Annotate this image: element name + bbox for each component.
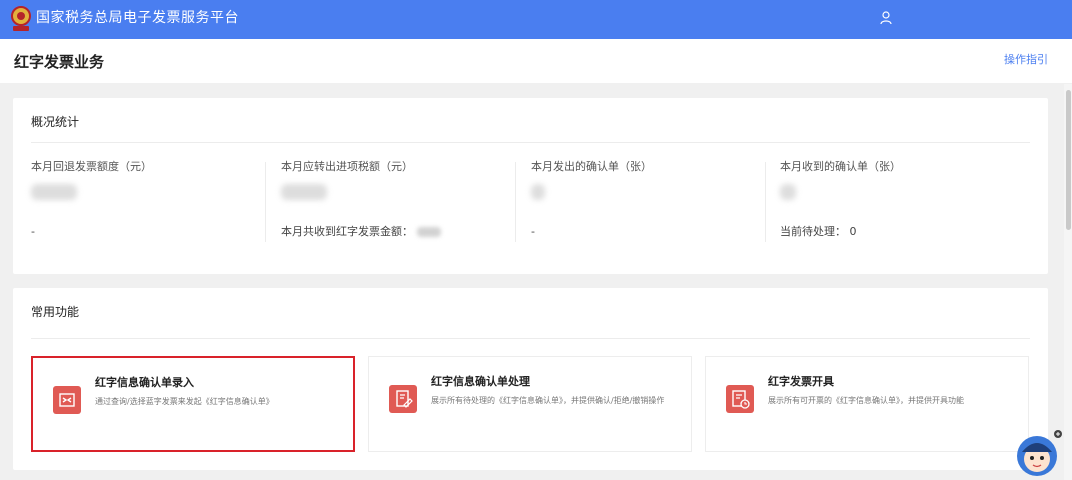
stat-label: 本月收到的确认单（张） (780, 160, 901, 173)
app-title: 国家税务总局电子发票服务平台 (36, 10, 239, 26)
tax-emblem-icon (11, 6, 31, 31)
top-bar: 国家税务总局电子发票服务平台 (0, 0, 1072, 39)
page-header (0, 39, 1072, 83)
stat-rollback-amount: 本月回退发票额度（元） - (31, 160, 281, 250)
tile-confirmation-processing[interactable]: 红字信息确认单处理 展示所有待处理的《红字信息确认单》，并提供确认/拒绝/撤销操… (368, 356, 692, 452)
functions-card-title: 常用功能 (31, 305, 80, 319)
stat-sub: - (31, 225, 35, 238)
user-icon[interactable] (880, 11, 892, 25)
tile-name: 红字信息确认单处理 (431, 375, 530, 388)
stat-sub-masked (417, 227, 441, 237)
tile-desc: 展示所有可开票的《红字信息确认单》，并提供开具功能 (768, 396, 964, 405)
stat-sub: 本月共收到红字发票金额： (281, 225, 441, 239)
transfer-icon (53, 386, 81, 414)
stat-sent-confirmations: 本月发出的确认单（张） - (531, 160, 781, 250)
tile-name: 红字信息确认单录入 (95, 376, 194, 389)
page-title: 红字发票业务 (14, 53, 105, 71)
stats-divider (31, 142, 1030, 143)
stat-value-masked (31, 184, 77, 200)
stat-input-tax-transfer: 本月应转出进项税额（元） 本月共收到红字发票金额： (281, 160, 531, 250)
stat-label: 本月应转出进项税额（元） (281, 160, 413, 173)
invoice-clock-icon (726, 385, 754, 413)
stat-label: 本月发出的确认单（张） (531, 160, 652, 173)
tile-desc: 展示所有待处理的《红字信息确认单》，并提供确认/拒绝/撤销操作 (431, 396, 665, 405)
stat-sub-text: 本月共收到红字发票金额： (281, 225, 413, 238)
stat-value-masked (281, 184, 327, 200)
stat-sub: 当前待处理： 0 (780, 225, 857, 238)
stat-sub: - (531, 225, 535, 238)
stat-separator (265, 162, 266, 242)
tile-confirmation-entry[interactable]: 红字信息确认单录入 通过查询/选择蓝字发票来发起《红字信息确认单》 (31, 356, 355, 452)
stats-card-title: 概况统计 (31, 115, 80, 129)
scrollbar-thumb[interactable] (1066, 90, 1071, 230)
tile-red-invoice-issue[interactable]: 红字发票开具 展示所有可开票的《红字信息确认单》，并提供开具功能 (705, 356, 1029, 452)
stats-card: 概况统计 本月回退发票额度（元） - 本月应转出进项税额（元） 本月共收到红字发… (13, 98, 1048, 274)
stat-value-masked (531, 184, 545, 200)
guide-link[interactable]: 操作指引 (1004, 53, 1048, 67)
stat-label: 本月回退发票额度（元） (31, 160, 152, 173)
tile-name: 红字发票开具 (768, 375, 834, 388)
stat-received-confirmations: 本月收到的确认单（张） 当前待处理： 0 (780, 160, 1030, 250)
document-edit-icon (389, 385, 417, 413)
functions-divider (31, 338, 1030, 339)
tile-desc: 通过查询/选择蓝字发票来发起《红字信息确认单》 (95, 397, 274, 406)
stat-separator (515, 162, 516, 242)
functions-card: 常用功能 红字信息确认单录入 通过查询/选择蓝字发票来发起《红字信息确认单》 红… (13, 288, 1048, 470)
assistant-mascot-icon[interactable] (1012, 428, 1062, 478)
stat-value-masked (780, 184, 796, 200)
stat-separator (765, 162, 766, 242)
